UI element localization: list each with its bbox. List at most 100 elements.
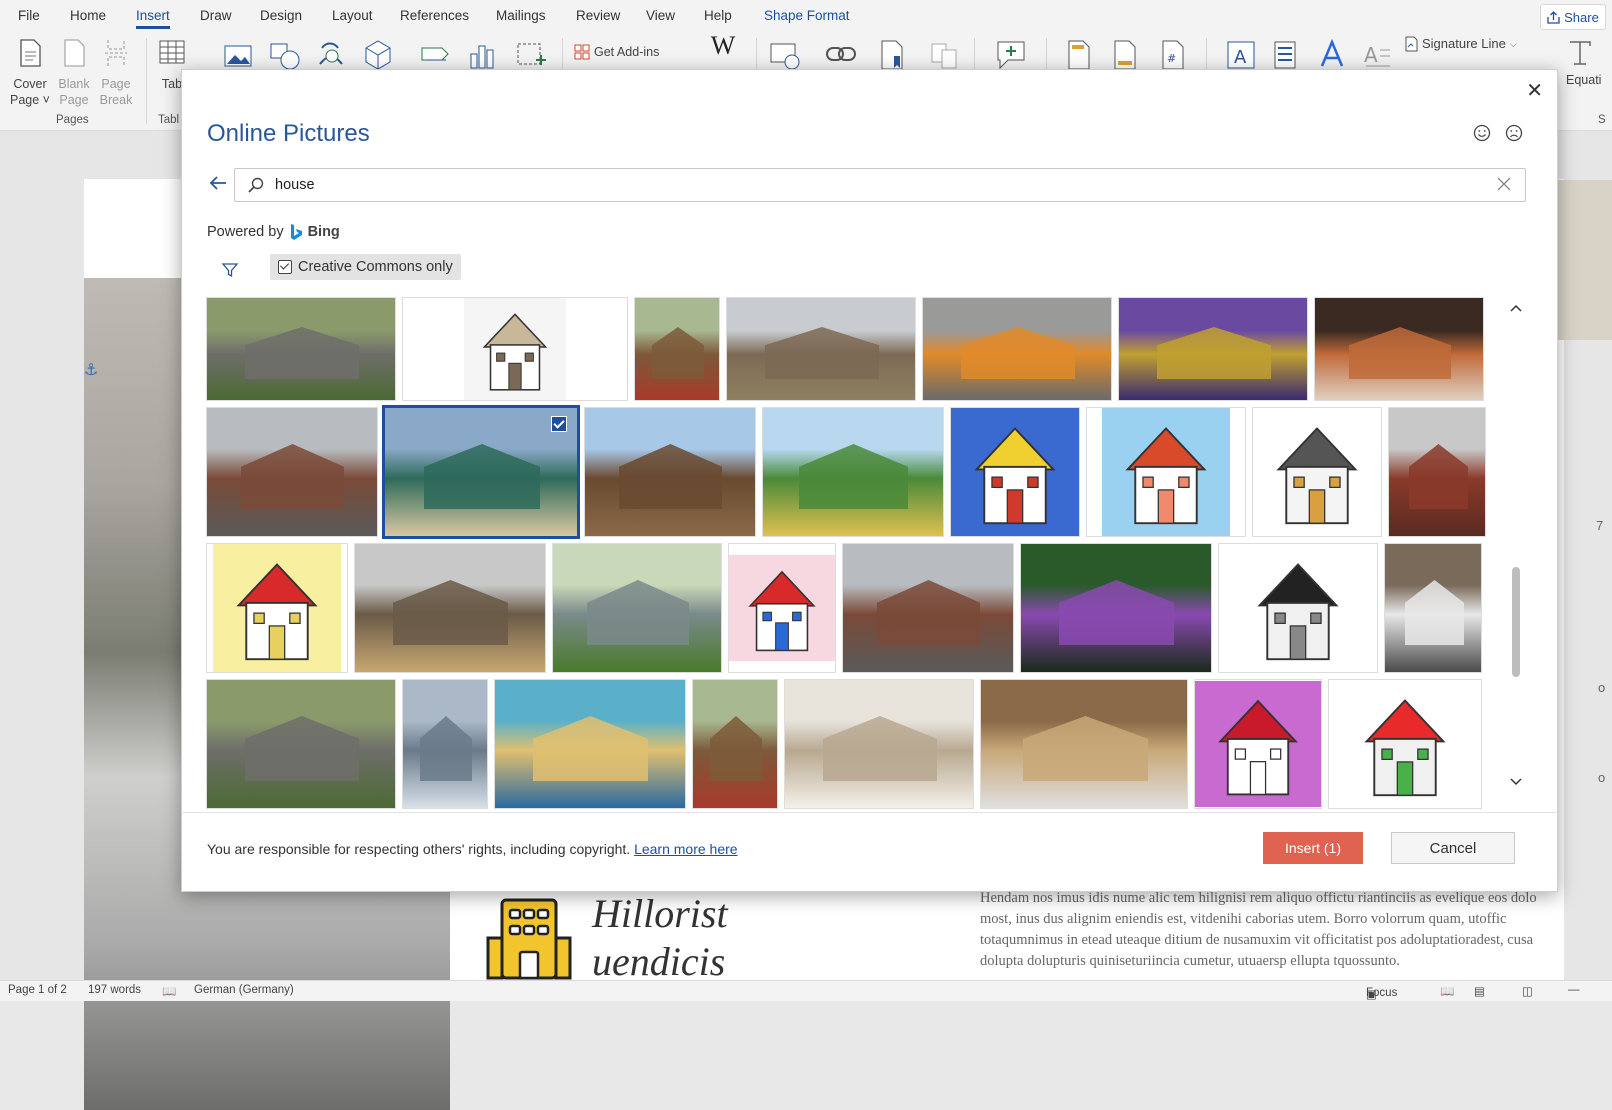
signature-line-label: Signature Line: [1422, 36, 1506, 51]
header-icon[interactable]: [1064, 38, 1094, 72]
equation-button[interactable]: Equati: [1566, 38, 1612, 88]
learn-more-link[interactable]: Learn more here: [634, 841, 738, 857]
thumbnail-yellow-house-clipart[interactable]: [206, 543, 348, 673]
tab-draw[interactable]: Draw: [200, 8, 232, 23]
results-scrollbar[interactable]: [1508, 297, 1524, 797]
scroll-up-icon[interactable]: [1509, 301, 1523, 315]
thumbnail-cartoon-red-roof-house[interactable]: [1086, 407, 1246, 537]
thumbnail-open-door-interior-photo[interactable]: [1384, 543, 1482, 673]
cross-reference-icon[interactable]: [928, 38, 960, 72]
cover-page-button[interactable]: Cover Page ˅: [10, 38, 50, 108]
tab-shape-format[interactable]: Shape Format: [764, 8, 850, 23]
read-mode-icon[interactable]: 📖: [1440, 984, 1454, 998]
tab-design[interactable]: Design: [260, 8, 302, 23]
thumbnail-house-outline-icon[interactable]: [1252, 407, 1382, 537]
insert-button[interactable]: Insert (1): [1263, 832, 1363, 864]
page-break-icon: [105, 40, 127, 66]
tab-references[interactable]: References: [400, 8, 469, 23]
cancel-button[interactable]: Cancel: [1391, 832, 1515, 864]
zoom-out-icon[interactable]: —: [1568, 984, 1580, 996]
pictures-icon[interactable]: [222, 38, 254, 72]
thumbnail-sketch-house-drawing[interactable]: [1218, 543, 1378, 673]
thumbnail-victorian-building-photo[interactable]: [382, 405, 580, 539]
frown-feedback-icon[interactable]: [1505, 124, 1523, 142]
thumbnail-grey-barn-field-photo[interactable]: [552, 543, 722, 673]
print-layout-icon[interactable]: ▤: [1474, 984, 1485, 998]
thumbnail-pink-house-blue-windows[interactable]: [728, 543, 836, 673]
blank-page-button[interactable]: Blank Page: [54, 38, 94, 108]
drop-cap-icon[interactable]: A: [1362, 38, 1392, 72]
thumbnail-apartment-block-photo[interactable]: [922, 297, 1112, 401]
thumbnail-white-house-red-roof-3d[interactable]: [1328, 679, 1482, 809]
3d-models-icon[interactable]: [362, 38, 394, 72]
search-input[interactable]: [273, 173, 1457, 197]
get-add-ins-button[interactable]: Get Add-ins: [574, 44, 664, 60]
thumbnail-farm-field-house-photo[interactable]: [762, 407, 944, 537]
tab-view[interactable]: View: [646, 8, 675, 23]
tab-help[interactable]: Help: [704, 8, 732, 23]
thumbnail-psychedelic-house-art[interactable]: [1118, 297, 1308, 401]
thumbnail-red-shed-forest-photo[interactable]: [634, 297, 720, 401]
page-break-button[interactable]: Page Break: [96, 38, 136, 108]
page-count[interactable]: Page 1 of 2: [8, 984, 67, 996]
thumbnail-wooden-cabin-photo[interactable]: [206, 297, 396, 401]
copyright-text: You are responsible for respecting other…: [207, 841, 631, 857]
status-bar: Page 1 of 2 197 words 📖 German (Germany)…: [0, 980, 1612, 1001]
language-indicator[interactable]: German (Germany): [194, 984, 294, 996]
shapes-icon[interactable]: [268, 38, 302, 72]
tab-review[interactable]: Review: [576, 8, 620, 23]
close-icon[interactable]: ✕: [1526, 78, 1543, 103]
icons-icon[interactable]: [314, 38, 348, 72]
creative-commons-toggle[interactable]: Creative Commons only: [270, 254, 461, 280]
smartart-icon[interactable]: [418, 38, 452, 72]
smile-feedback-icon[interactable]: [1473, 124, 1491, 142]
tab-home[interactable]: Home: [70, 8, 106, 23]
thumbnail-red-shed-forest-photo-2[interactable]: [692, 679, 778, 809]
page-number-icon[interactable]: #: [1158, 38, 1188, 72]
back-arrow-icon[interactable]: [207, 172, 229, 194]
thumbnail-wooden-cabin-photo-2[interactable]: [206, 679, 396, 809]
thumbnail-blue-door-wall-photo[interactable]: [494, 679, 686, 809]
thumbnail-old-wooden-shack-photo[interactable]: [584, 407, 756, 537]
comment-icon[interactable]: [994, 38, 1028, 72]
link-icon[interactable]: [824, 38, 858, 72]
share-button[interactable]: Share: [1540, 4, 1606, 30]
wordart-icon[interactable]: [1316, 38, 1348, 72]
clear-search-icon[interactable]: [1495, 175, 1513, 193]
chart-icon[interactable]: [466, 38, 498, 72]
proofing-icon[interactable]: 📖: [162, 984, 176, 998]
thumbnail-fantasy-forest-house[interactable]: [1020, 543, 1212, 673]
group-label-symbols: S: [1598, 114, 1606, 126]
tab-file[interactable]: File: [18, 8, 40, 23]
thumbnail-two-story-house-drawing[interactable]: [402, 297, 628, 401]
thumbnail-brick-townhouse-photo[interactable]: [1388, 407, 1486, 537]
thumbnail-bright-corridor-photo[interactable]: [784, 679, 974, 809]
wikipedia-button[interactable]: W: [706, 33, 740, 59]
thumbnail-rustic-kitchen-photo[interactable]: [980, 679, 1188, 809]
screenshot-icon[interactable]: [514, 38, 548, 72]
thumbnail-glass-building-photo[interactable]: [402, 679, 488, 809]
web-layout-icon[interactable]: ◫: [1522, 984, 1533, 998]
thumbnail-stone-manor-photo-2[interactable]: [842, 543, 1014, 673]
bookmark-icon[interactable]: [876, 38, 908, 72]
thumbnail-ruined-barn-photo[interactable]: [354, 543, 546, 673]
photo-subject: [424, 444, 540, 509]
quick-parts-icon[interactable]: [1270, 38, 1300, 72]
filter-icon[interactable]: [221, 261, 239, 279]
text-box-icon[interactable]: A: [1224, 38, 1258, 72]
tab-mailings[interactable]: Mailings: [496, 8, 546, 23]
scrollbar-thumb[interactable]: [1512, 567, 1520, 677]
tab-insert[interactable]: Insert: [136, 8, 170, 29]
footer-icon[interactable]: [1110, 38, 1140, 72]
online-video-icon[interactable]: [768, 38, 802, 72]
photo-subject: [1405, 580, 1464, 645]
thumbnail-stone-manor-photo[interactable]: [206, 407, 378, 537]
word-count[interactable]: 197 words: [88, 984, 141, 996]
thumbnail-cozy-fireplace-room-photo[interactable]: [1314, 297, 1484, 401]
signature-line-button[interactable]: Signature Line ⌵: [1404, 36, 1522, 52]
tab-layout[interactable]: Layout: [332, 8, 373, 23]
thumbnail-abandoned-farmhouse-photo[interactable]: [726, 297, 916, 401]
thumbnail-purple-house-clipart[interactable]: [1194, 679, 1322, 809]
scroll-down-icon[interactable]: [1509, 775, 1523, 789]
thumbnail-smiley-house-clipart[interactable]: [950, 407, 1080, 537]
